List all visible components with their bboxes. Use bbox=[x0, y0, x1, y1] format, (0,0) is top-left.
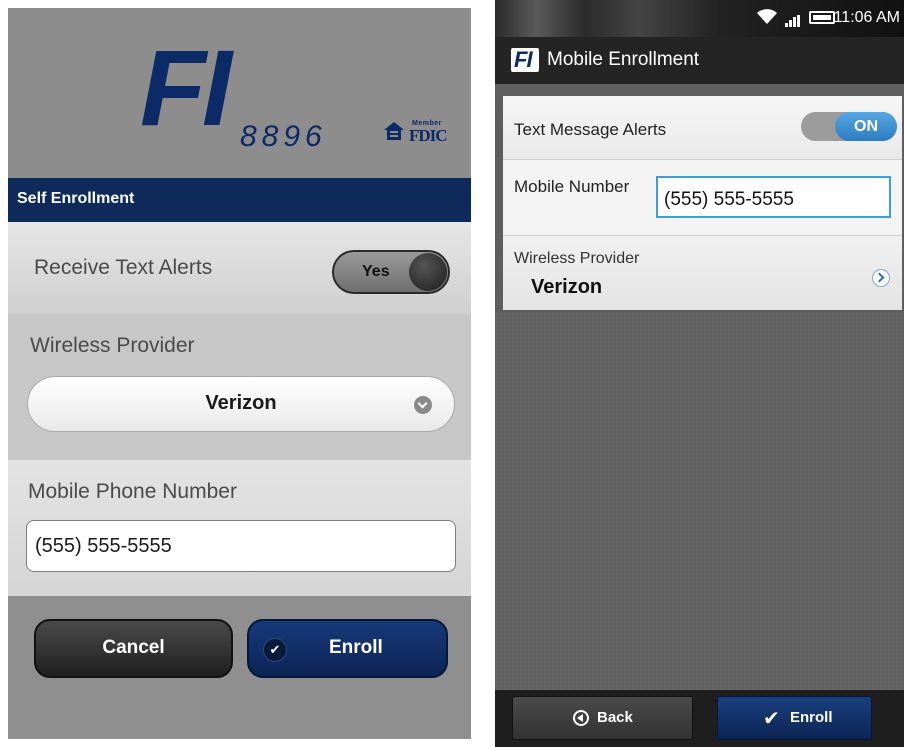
page-title: Self Enrollment bbox=[17, 190, 135, 207]
text-alerts-label: Receive Text Alerts bbox=[34, 256, 213, 279]
enroll-button-label: Enroll bbox=[329, 637, 383, 658]
text-alerts-row: Receive Text Alerts Yes bbox=[8, 222, 471, 314]
wireless-provider-row[interactable]: Wireless Provider Verizon bbox=[503, 236, 902, 310]
fdic-badge: Member FDIC bbox=[382, 120, 462, 148]
mobile-phone-input[interactable]: (555) 555-5555 bbox=[26, 520, 456, 572]
enrollment-form-card: Text Message Alerts ON Mobile Number (55… bbox=[503, 96, 902, 310]
battery-icon bbox=[809, 11, 835, 24]
fi-logo-number: 8896 bbox=[240, 120, 327, 153]
wireless-provider-value: Verizon bbox=[531, 276, 603, 298]
text-message-alerts-row: Text Message Alerts ON bbox=[503, 96, 902, 160]
fi-logo-letters: FI bbox=[140, 27, 232, 148]
back-arrow-icon bbox=[573, 710, 589, 726]
wireless-provider-value: Verizon bbox=[205, 392, 277, 414]
fdic-name: FDIC bbox=[409, 126, 448, 145]
fi-app-icon-letters: FI bbox=[514, 47, 533, 72]
action-bar-title: Mobile Enrollment bbox=[547, 49, 700, 70]
wireless-provider-section: Wireless Provider Verizon bbox=[8, 314, 471, 460]
cancel-button-label: Cancel bbox=[102, 637, 165, 658]
bank-header: FI 8896 Member FDIC bbox=[8, 8, 471, 178]
mobile-number-input[interactable]: (555) 555-5555 bbox=[656, 176, 891, 218]
checkmark-icon: ✔ bbox=[763, 708, 780, 730]
action-buttons: Cancel ✔ Enroll bbox=[8, 596, 471, 739]
chevron-right-icon[interactable] bbox=[872, 269, 890, 287]
status-time: 11:06 AM bbox=[833, 9, 900, 26]
chevron-down-icon bbox=[414, 396, 432, 414]
toggle-knob bbox=[409, 253, 447, 291]
equal-housing-icon bbox=[384, 122, 404, 140]
wireless-provider-label: Wireless Provider bbox=[30, 334, 195, 357]
text-message-alerts-toggle[interactable]: ON bbox=[801, 112, 897, 141]
signal-icon bbox=[785, 15, 801, 27]
checkmark-icon: ✔ bbox=[263, 638, 287, 662]
wifi-icon bbox=[756, 6, 778, 31]
toggle-on-value: ON bbox=[835, 112, 897, 141]
action-bar: FI Mobile Enrollment bbox=[495, 37, 904, 84]
mobile-enrollment-screen: 11:06 AM FI Mobile Enrollment Text Messa… bbox=[495, 0, 904, 747]
enroll-button[interactable]: ✔ Enroll bbox=[717, 696, 872, 740]
back-button[interactable]: Back bbox=[512, 696, 693, 740]
enroll-button-label: Enroll bbox=[790, 709, 833, 726]
mobile-number-label: Mobile Number bbox=[514, 177, 630, 196]
mobile-phone-section: Mobile Phone Number (555) 555-5555 bbox=[8, 460, 471, 596]
wireless-provider-label: Wireless Provider bbox=[514, 250, 640, 267]
toggle-value: Yes bbox=[362, 263, 390, 280]
bottom-button-bar: Back ✔ Enroll bbox=[495, 690, 904, 747]
enroll-button[interactable]: ✔ Enroll bbox=[247, 619, 448, 678]
mobile-number-row: Mobile Number (555) 555-5555 bbox=[503, 160, 902, 236]
text-message-alerts-label: Text Message Alerts bbox=[514, 120, 667, 139]
background-texture bbox=[495, 312, 904, 690]
status-bar: 11:06 AM bbox=[495, 0, 904, 37]
page-title-bar: Self Enrollment bbox=[8, 178, 471, 222]
cancel-button[interactable]: Cancel bbox=[34, 619, 233, 678]
mobile-phone-label: Mobile Phone Number bbox=[28, 480, 237, 503]
back-button-label: Back bbox=[597, 709, 633, 726]
self-enrollment-screen: FI 8896 Member FDIC Self Enrollment Rece… bbox=[8, 8, 471, 739]
text-alerts-toggle[interactable]: Yes bbox=[332, 250, 450, 294]
fi-app-icon: FI bbox=[511, 47, 539, 72]
wireless-provider-select[interactable]: Verizon bbox=[27, 376, 455, 432]
